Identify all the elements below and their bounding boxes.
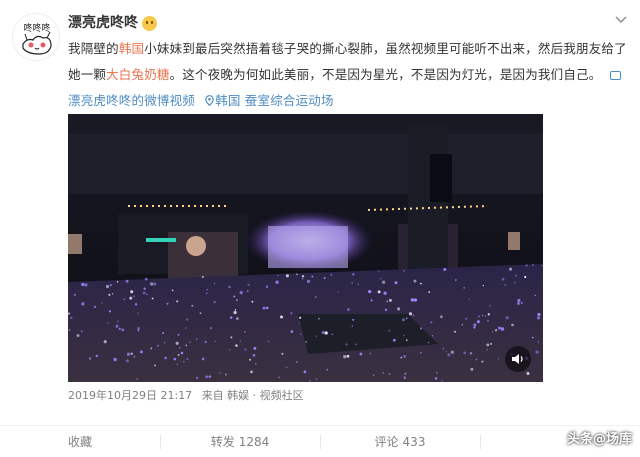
comment-button[interactable]: 评论 433 — [320, 426, 480, 457]
video-icon — [609, 71, 621, 80]
video-source-link[interactable]: 漂亮虎咚咚的微博视频 — [68, 93, 195, 108]
username[interactable]: 漂亮虎咚咚 — [68, 13, 138, 33]
repost-label: 转发 — [210, 435, 235, 449]
repost-count: 1284 — [238, 434, 270, 449]
weibo-post-card: 咚咚咚 漂亮虎咚咚 我隔壁的韩国小妹妹到最后突然捂着毯子哭的撕心裂肺，虽然视频里… — [0, 0, 640, 457]
location-pin-icon — [205, 95, 215, 106]
post-datetime[interactable]: 2019年10月29日 21:17 — [68, 389, 192, 402]
location-venue-link[interactable]: 蚕室综合运动场 — [245, 93, 334, 108]
username-row: 漂亮虎咚咚 — [68, 13, 157, 33]
comment-label: 评论 — [374, 435, 399, 449]
post-text: 我隔壁的韩国小妹妹到最后突然捂着毯子哭的撕心裂肺，虽然视频里可能听不出来，然后我… — [68, 36, 628, 114]
korea-link[interactable]: 韩国 — [119, 41, 144, 56]
post-text-part1: 我隔壁的 — [68, 41, 119, 56]
volume-icon — [512, 354, 523, 364]
post-text-part3: 。这个夜晚为何如此美丽，不是因为星光，不是因为灯光，是因为我们自己。 — [169, 67, 602, 82]
watermark-text: 头条@场库 — [566, 432, 632, 447]
watermark: 头条@场库 — [567, 428, 632, 447]
candy-link[interactable]: 大白兔奶糖 — [106, 67, 170, 82]
action-bar: 收藏 转发 1284 评论 433 — [0, 425, 640, 457]
concert-video-frame — [68, 114, 543, 382]
comment-count: 433 — [402, 434, 426, 449]
repost-button[interactable]: 转发 1284 — [160, 426, 320, 457]
collect-button[interactable]: 收藏 — [0, 426, 160, 457]
volume-button[interactable] — [505, 346, 531, 372]
smiley-emoji-icon — [142, 15, 157, 31]
chevron-down-icon[interactable] — [614, 12, 628, 26]
post-meta: 2019年10月29日 21:17 来自 韩娱 · 视频社区 — [68, 387, 310, 405]
location-country-link[interactable]: 韩国 — [215, 93, 240, 108]
avatar[interactable]: 咚咚咚 — [12, 13, 60, 61]
post-source[interactable]: 来自 韩娱 · 视频社区 — [202, 389, 304, 402]
collect-label: 收藏 — [67, 435, 92, 449]
avatar-text: 咚咚咚 — [23, 22, 50, 34]
video-player[interactable] — [68, 114, 543, 382]
